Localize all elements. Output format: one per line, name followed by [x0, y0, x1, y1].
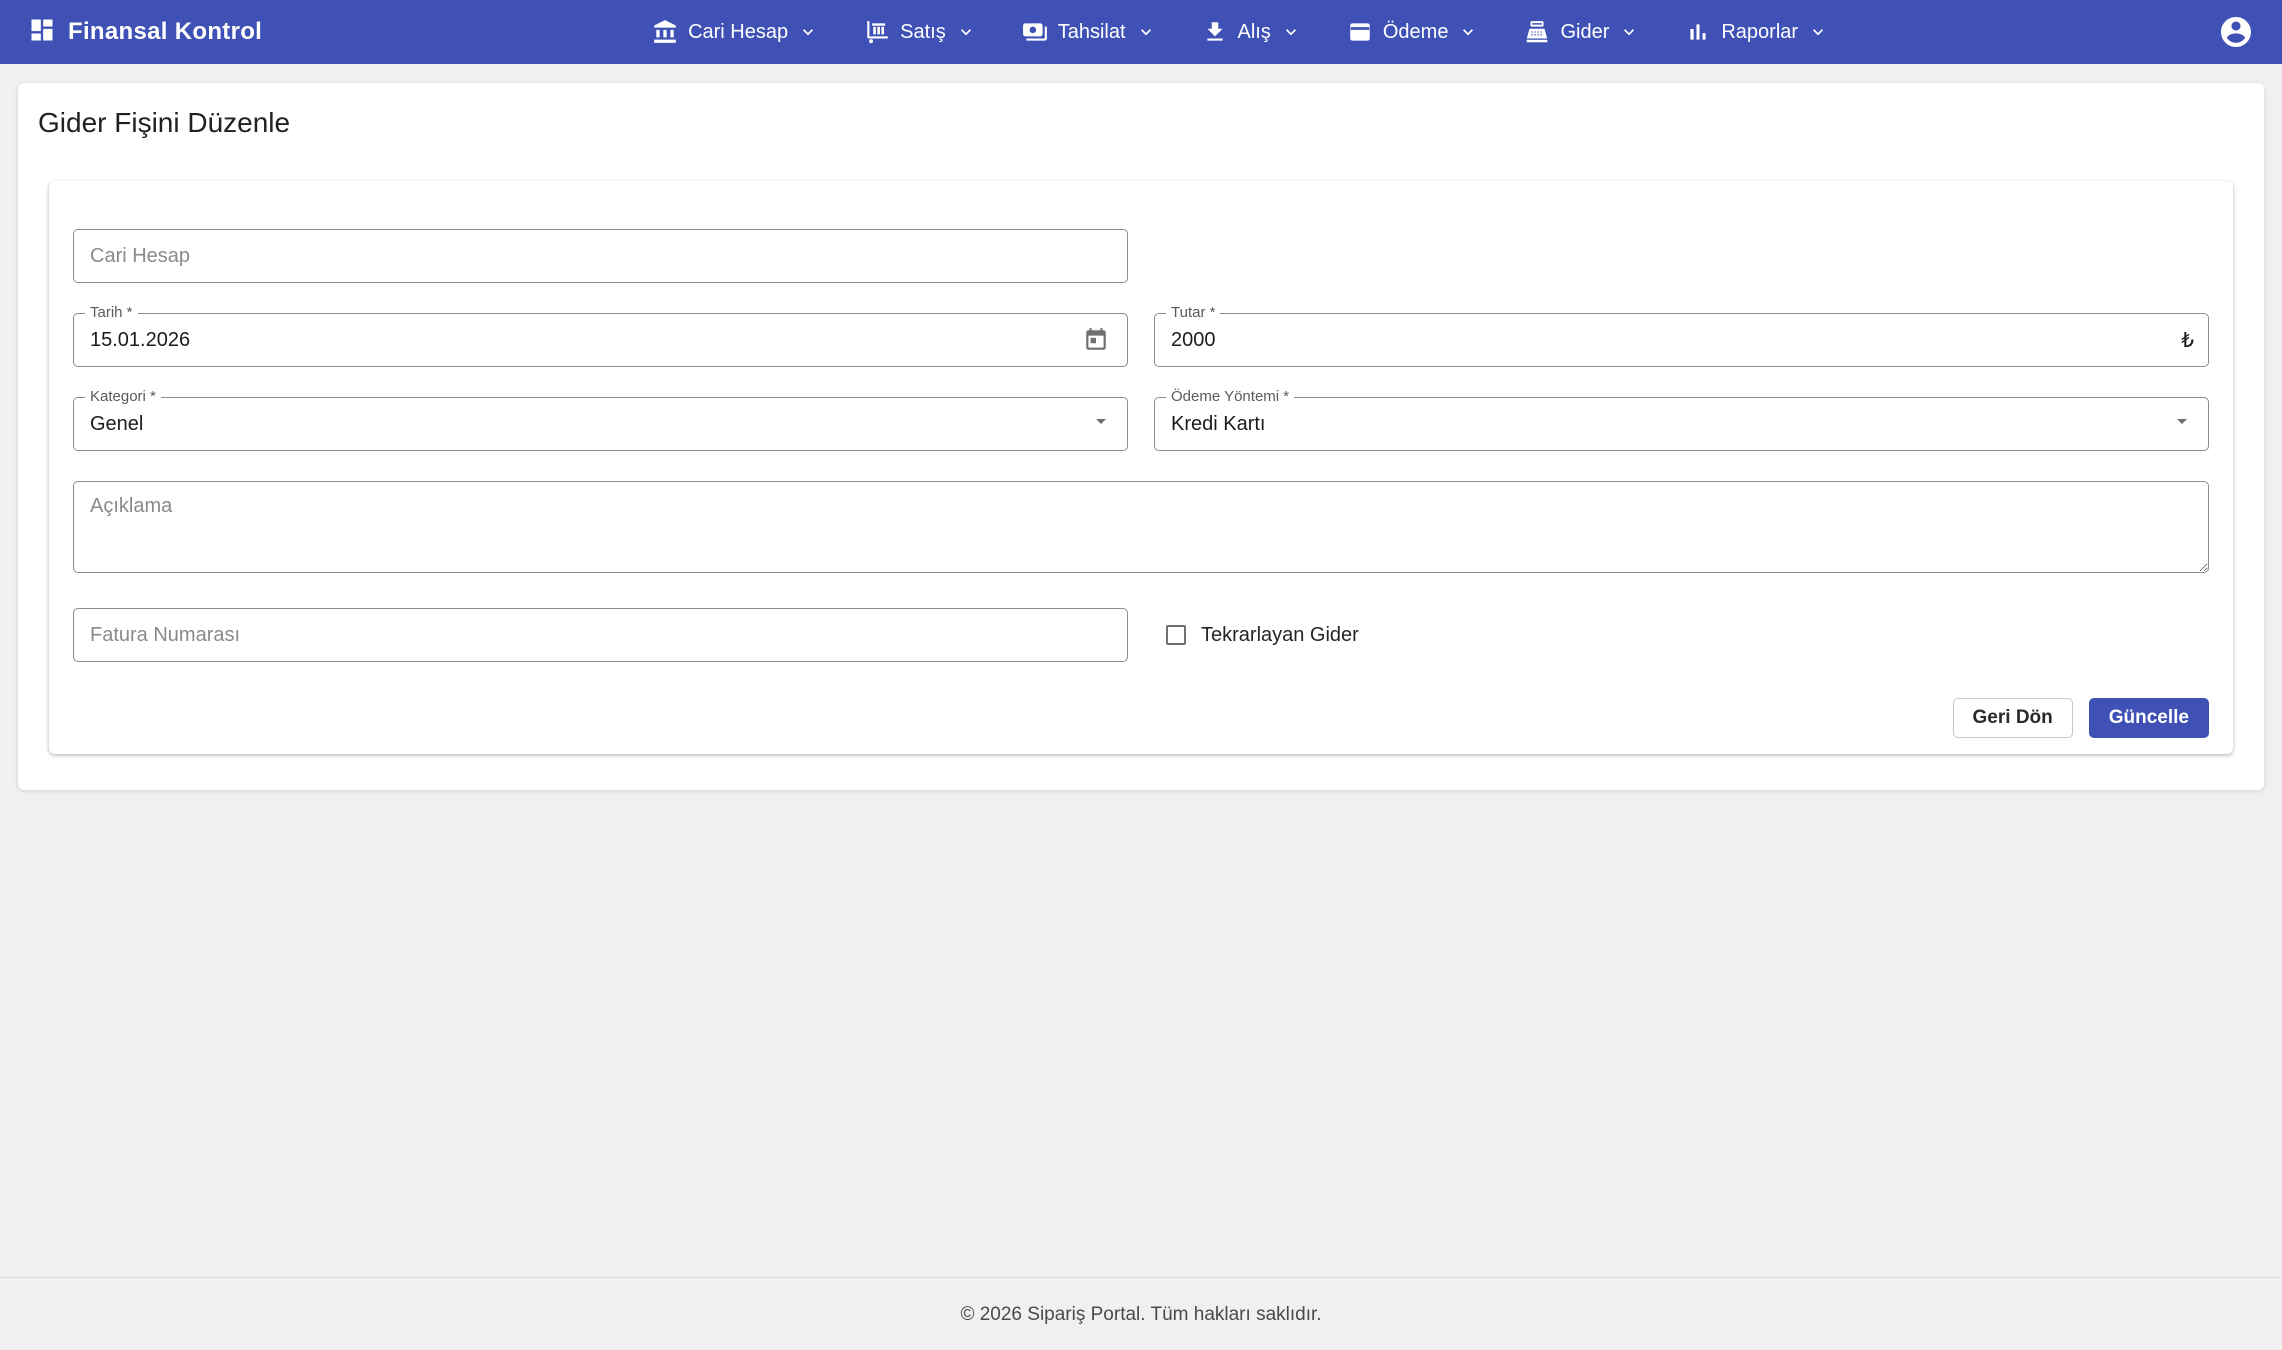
main-menu: Cari Hesap Satış Tahsilat — [652, 19, 1828, 45]
nav-label: Alış — [1238, 21, 1271, 44]
nav-label: Ödeme — [1383, 21, 1449, 44]
update-button[interactable]: Güncelle — [2089, 698, 2209, 738]
tekrarlayan-gider-checkbox-row[interactable]: Tekrarlayan Gider — [1154, 608, 2209, 662]
dropdown-arrow-icon — [2170, 409, 2194, 439]
page-card: Gider Fişini Düzenle Tarih * Tutar * — [18, 83, 2264, 790]
top-navbar: Finansal Kontrol Cari Hesap Satış T — [0, 0, 2282, 64]
tarih-input[interactable] — [90, 329, 1079, 352]
expense-form-card: Tarih * Tutar * ₺ Kategori * — [49, 181, 2233, 754]
back-button[interactable]: Geri Dön — [1953, 698, 2073, 738]
app-title: Finansal Kontrol — [68, 18, 262, 46]
kategori-field-wrap: Kategori * Genel — [73, 397, 1128, 451]
nav-label: Gider — [1560, 21, 1609, 44]
footer: © 2026 Sipariş Portal. Tüm hakları saklı… — [0, 1277, 2282, 1350]
nav-item-alis[interactable]: Alış — [1202, 19, 1301, 45]
aciklama-field-wrap — [73, 481, 2209, 578]
kategori-label: Kategori * — [85, 387, 161, 407]
odeme-yontemi-select[interactable]: Kredi Kartı — [1154, 397, 2209, 451]
kategori-select[interactable]: Genel — [73, 397, 1128, 451]
nav-item-gider[interactable]: Gider — [1524, 19, 1639, 45]
chevron-down-icon — [1808, 22, 1828, 42]
nav-item-cari-hesap[interactable]: Cari Hesap — [652, 19, 818, 45]
bank-icon — [652, 19, 678, 45]
dropdown-arrow-icon — [1089, 409, 1113, 439]
chevron-down-icon — [1136, 22, 1156, 42]
odeme-yontemi-field-wrap: Ödeme Yöntemi * Kredi Kartı — [1154, 397, 2209, 451]
nav-item-odeme[interactable]: Ödeme — [1347, 19, 1479, 45]
trolley-icon — [864, 19, 890, 45]
download-icon — [1202, 19, 1228, 45]
brand[interactable]: Finansal Kontrol — [28, 16, 262, 49]
tekrarlayan-gider-label: Tekrarlayan Gider — [1201, 624, 1359, 647]
calendar-icon[interactable] — [1079, 323, 1113, 357]
cari-hesap-input[interactable] — [73, 229, 1128, 283]
nav-item-satis[interactable]: Satış — [864, 19, 976, 45]
chevron-down-icon — [956, 22, 976, 42]
chevron-down-icon — [798, 22, 818, 42]
copyright-text: © 2026 Sipariş Portal. Tüm hakları saklı… — [960, 1304, 1321, 1325]
odeme-yontemi-value: Kredi Kartı — [1171, 413, 2170, 436]
dashboard-icon — [28, 16, 56, 49]
form-actions: Geri Dön Güncelle — [73, 698, 2209, 738]
tarih-field[interactable] — [73, 313, 1128, 367]
bar-chart-icon — [1685, 19, 1711, 45]
checkbox-icon[interactable] — [1166, 625, 1186, 645]
chevron-down-icon — [1619, 22, 1639, 42]
currency-suffix: ₺ — [2181, 328, 2194, 353]
tarih-field-wrap: Tarih * — [73, 313, 1128, 367]
fatura-no-input[interactable] — [73, 608, 1128, 662]
account-circle-icon[interactable] — [2218, 14, 2254, 50]
odeme-yontemi-label: Ödeme Yöntemi * — [1166, 387, 1294, 407]
tutar-field[interactable]: ₺ — [1154, 313, 2209, 367]
tutar-label: Tutar * — [1166, 303, 1220, 323]
kategori-value: Genel — [90, 413, 1089, 436]
nav-item-raporlar[interactable]: Raporlar — [1685, 19, 1828, 45]
fatura-no-field-wrap — [73, 608, 1128, 662]
wallet-icon — [1347, 19, 1373, 45]
chevron-down-icon — [1458, 22, 1478, 42]
nav-label: Satış — [900, 21, 946, 44]
page-title: Gider Fişini Düzenle — [38, 107, 2248, 139]
spacer — [1154, 229, 2209, 283]
tarih-label: Tarih * — [85, 303, 138, 323]
chevron-down-icon — [1281, 22, 1301, 42]
aciklama-textarea[interactable] — [73, 481, 2209, 573]
cari-hesap-field-wrap — [73, 229, 1128, 283]
tutar-input[interactable] — [1171, 329, 2173, 352]
payments-icon — [1022, 19, 1048, 45]
tutar-field-wrap: Tutar * ₺ — [1154, 313, 2209, 367]
nav-label: Tahsilat — [1058, 21, 1126, 44]
nav-label: Cari Hesap — [688, 21, 788, 44]
cash-register-icon — [1524, 19, 1550, 45]
nav-item-tahsilat[interactable]: Tahsilat — [1022, 19, 1156, 45]
nav-label: Raporlar — [1721, 21, 1798, 44]
